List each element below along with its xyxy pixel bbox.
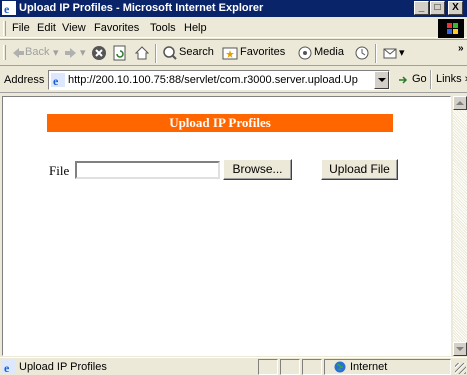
windows-logo-icon bbox=[438, 19, 464, 38]
mail-dropdown-icon[interactable]: ▾ bbox=[399, 46, 405, 59]
globe-icon bbox=[334, 361, 346, 373]
stop-icon[interactable] bbox=[91, 45, 107, 61]
go-arrow-icon[interactable] bbox=[397, 74, 409, 86]
go-button[interactable]: Go bbox=[412, 73, 427, 85]
back-dropdown-icon[interactable]: ▾ bbox=[53, 46, 59, 59]
browse-button[interactable]: Browse... bbox=[223, 159, 292, 180]
forward-arrow-icon[interactable] bbox=[63, 45, 79, 61]
status-zone: Internet bbox=[350, 361, 388, 373]
file-label: File bbox=[49, 163, 70, 178]
scroll-up-button[interactable] bbox=[453, 96, 467, 110]
menu-grip bbox=[3, 21, 6, 36]
page-content: Upload IP Profiles File Browse... Upload… bbox=[2, 96, 451, 356]
browser-window: e Upload IP Profiles - Microsoft Interne… bbox=[0, 0, 467, 375]
page-header: Upload IP Profiles bbox=[47, 114, 393, 132]
mail-icon[interactable] bbox=[382, 45, 398, 61]
status-text: Upload IP Profiles bbox=[19, 361, 107, 373]
file-path-input[interactable] bbox=[75, 161, 220, 179]
ie-page-icon: e bbox=[51, 73, 65, 87]
menu-tools[interactable]: Tools bbox=[150, 22, 176, 34]
address-input[interactable]: e http://200.10.100.75:88/servlet/com.r3… bbox=[48, 70, 390, 90]
ie-icon: e bbox=[2, 1, 16, 15]
media-icon[interactable] bbox=[297, 45, 313, 61]
search-icon[interactable] bbox=[162, 45, 178, 61]
upload-file-button[interactable]: Upload File bbox=[321, 159, 398, 180]
address-bar: Address e http://200.10.100.75:88/servle… bbox=[0, 67, 467, 93]
favorites-icon[interactable] bbox=[222, 45, 238, 61]
menu-view[interactable]: View bbox=[62, 22, 86, 34]
toolbar-more-button[interactable]: » bbox=[458, 43, 464, 54]
address-url[interactable]: http://200.10.100.75:88/servlet/com.r300… bbox=[68, 74, 368, 86]
svg-text:e: e bbox=[53, 74, 59, 87]
vertical-scrollbar[interactable] bbox=[453, 96, 467, 356]
search-button[interactable]: Search bbox=[179, 46, 214, 58]
toolbar: Back ▾ ▾ Search Favorites Media ▾ » bbox=[0, 39, 467, 66]
status-bar: e Upload IP Profiles Internet bbox=[0, 357, 467, 375]
address-dropdown-button[interactable] bbox=[374, 71, 389, 89]
close-button[interactable]: X bbox=[448, 1, 463, 15]
back-arrow-icon[interactable] bbox=[10, 45, 26, 61]
home-icon[interactable] bbox=[134, 45, 150, 61]
toolbar-separator bbox=[155, 44, 157, 63]
resize-grip[interactable] bbox=[455, 363, 466, 374]
scroll-down-button[interactable] bbox=[453, 342, 467, 356]
status-panel bbox=[280, 359, 300, 375]
menu-favorites[interactable]: Favorites bbox=[94, 22, 139, 34]
back-button[interactable]: Back bbox=[25, 46, 49, 58]
ie-page-icon: e bbox=[2, 360, 16, 374]
svg-text:e: e bbox=[4, 361, 10, 374]
window-title: Upload IP Profiles - Microsoft Internet … bbox=[19, 2, 264, 14]
refresh-icon[interactable] bbox=[112, 45, 128, 61]
toolbar-separator bbox=[375, 44, 377, 63]
history-icon[interactable] bbox=[354, 45, 370, 61]
svg-text:e: e bbox=[4, 2, 10, 15]
maximize-button[interactable]: □ bbox=[430, 1, 445, 15]
status-panel bbox=[258, 359, 278, 375]
menu-help[interactable]: Help bbox=[184, 22, 207, 34]
media-button[interactable]: Media bbox=[314, 46, 344, 58]
favorites-button[interactable]: Favorites bbox=[240, 46, 285, 58]
status-panel bbox=[302, 359, 322, 375]
forward-dropdown-icon[interactable]: ▾ bbox=[80, 46, 86, 59]
title-bar: e Upload IP Profiles - Microsoft Interne… bbox=[0, 0, 467, 17]
menu-edit[interactable]: Edit bbox=[37, 22, 56, 34]
toolbar-grip bbox=[3, 45, 6, 60]
address-separator bbox=[430, 70, 432, 89]
menu-bar: File Edit View Favorites Tools Help bbox=[0, 18, 467, 38]
links-button[interactable]: Links » bbox=[436, 73, 467, 85]
address-label: Address bbox=[4, 74, 45, 86]
menu-file[interactable]: File bbox=[12, 22, 30, 34]
minimize-button[interactable]: _ bbox=[414, 1, 429, 15]
